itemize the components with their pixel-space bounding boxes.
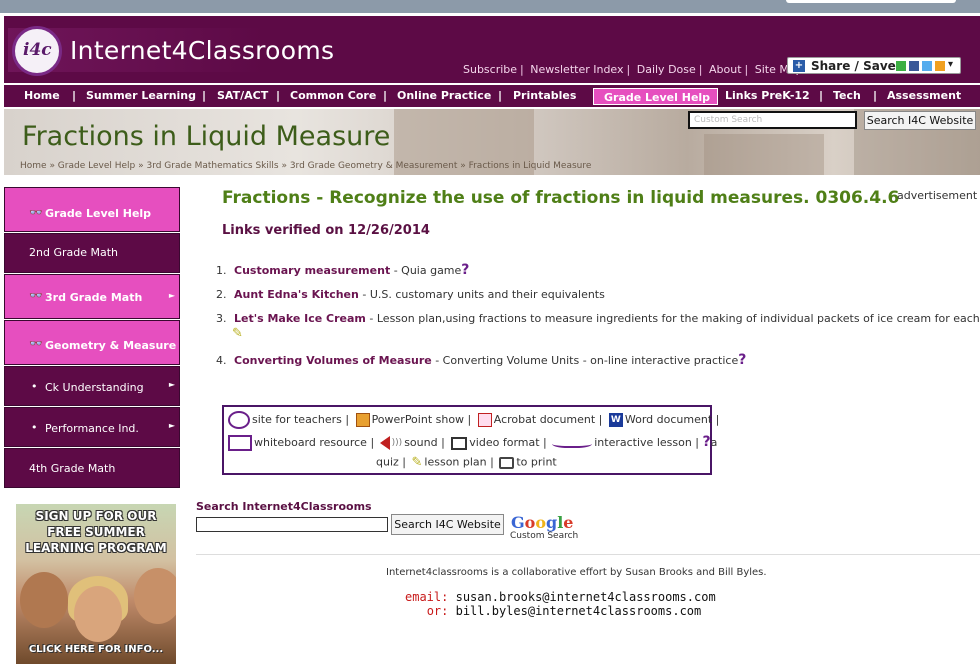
plus-icon: + [793, 60, 805, 72]
sound-icon [379, 436, 390, 450]
quiz-icon: ? [738, 352, 747, 368]
list-item: 4. Converting Volumes of Measure - Conver… [216, 352, 747, 368]
links-verified: Links verified on 12/26/2014 [222, 223, 430, 238]
word-icon: W [608, 413, 623, 427]
header-search-button[interactable]: Search I4C Website [864, 111, 976, 130]
main-nav: Home | Summer Learning | SAT/ACT | Commo… [4, 84, 980, 108]
top-links: Subscribe | Newsletter Index | Daily Dose |… [463, 63, 803, 76]
nav-grade-level-help[interactable]: Grade Level Help [593, 88, 718, 105]
logo-text: Internet4Classrooms [70, 36, 335, 65]
printer-icon [499, 456, 515, 469]
video-icon [451, 436, 468, 450]
sidebar-item-grade-level-help[interactable]: 👓 Grade Level Help [4, 187, 180, 232]
advertisement-label: advertisement [897, 189, 978, 202]
header-search-input[interactable]: Custom Search [688, 111, 857, 129]
footer-collab: Internet4classrooms is a collaborative e… [386, 567, 767, 578]
summer-learning-promo[interactable]: SIGN UP FOR OUR FREE SUMMER LEARNING PROGR… [16, 504, 176, 664]
nav-tech[interactable]: Tech [833, 89, 861, 102]
promo-text: SIGN UP FOR OUR FREE SUMMER LEARNING PROGR… [25, 509, 167, 555]
powerpoint-icon [355, 413, 370, 427]
nav-summer-learning[interactable]: Summer Learning [86, 89, 196, 102]
promo-cta: CLICK HERE FOR INFO... [28, 644, 164, 655]
top-strip-box [786, 0, 956, 3]
share-save-button[interactable]: + Share / Save ▾ [787, 57, 961, 74]
apple-icon [228, 411, 250, 429]
top-link-about[interactable]: About [709, 63, 742, 76]
glasses-icon: 👓 [29, 206, 43, 219]
bullet-icon: • [31, 421, 38, 434]
lesson-plan-icon: ✎ [411, 455, 423, 470]
breadcrumb[interactable]: Home » Grade Level Help » 3rd Grade Math… [20, 161, 591, 171]
top-link-daily-dose[interactable]: Daily Dose [637, 63, 696, 76]
sidebar-item-ck-understanding[interactable]: • Ck Understanding ► [4, 366, 180, 406]
chevron-right-icon: ► [168, 380, 175, 389]
dropdown-arrow-icon: ▾ [948, 59, 954, 70]
google-logo-icon: Google [511, 513, 574, 532]
lesson-plan-icon: ✎ [232, 326, 243, 341]
search-label: Search Internet4Classrooms [196, 500, 372, 513]
quiz-icon: ? [702, 434, 711, 450]
page-header: Fractions in Liquid Measure Home » Grade… [4, 109, 980, 175]
site-logo[interactable]: i4c Internet4Classrooms [8, 26, 334, 76]
sidebar-item-geometry-measure[interactable]: 👓 Geometry & Measure [4, 320, 180, 365]
footer-email: email: susan.brooks@internet4classrooms.… [405, 590, 716, 618]
top-link-newsletter-index[interactable]: Newsletter Index [530, 63, 623, 76]
search-button[interactable]: Search I4C Website [391, 514, 504, 535]
nav-printables[interactable]: Printables [513, 89, 576, 102]
search-input[interactable] [196, 517, 388, 532]
nav-online-practice[interactable]: Online Practice [397, 89, 491, 102]
sidebar-item-2nd-grade-math[interactable]: 2nd Grade Math [4, 233, 180, 273]
custom-search-label: Custom Search [510, 531, 579, 541]
site-banner: i4c Internet4Classrooms Subscribe | Newsl… [4, 16, 980, 83]
nav-links-prek-12[interactable]: Links PreK-12 [725, 89, 810, 102]
browser-top-strip [0, 0, 980, 13]
page-title: Fractions in Liquid Measure [22, 121, 391, 152]
facebook-icon [909, 61, 919, 71]
nav-common-core[interactable]: Common Core [290, 89, 376, 102]
sidebar-item-3rd-grade-math[interactable]: 👓 3rd Grade Math ► [4, 274, 180, 319]
quiz-icon: ? [461, 262, 470, 278]
nav-assessment[interactable]: Assessment [887, 89, 961, 102]
email-link-bill[interactable]: bill.byles@internet4classrooms.com [456, 604, 702, 618]
top-link-subscribe[interactable]: Subscribe [463, 63, 517, 76]
link-aunt-ednas-kitchen[interactable]: Aunt Edna's Kitchen [234, 288, 359, 301]
chevron-right-icon: ► [168, 421, 175, 430]
glasses-icon: 👓 [29, 337, 43, 350]
interactive-icon [552, 438, 593, 448]
divider [196, 554, 980, 555]
twitter-icon [922, 61, 932, 71]
list-item: 1. Customary measurement - Quia game? [216, 262, 470, 278]
content-heading: Fractions - Recognize the use of fractio… [222, 188, 900, 208]
sidebar-item-4th-grade-math[interactable]: 4th Grade Math [4, 448, 180, 488]
link-customary-measurement[interactable]: Customary measurement [234, 264, 390, 277]
glasses-icon: 👓 [29, 289, 43, 302]
sidebar-item-performance-ind[interactable]: • Performance Ind. ► [4, 407, 180, 447]
logo-badge-icon: i4c [12, 26, 62, 76]
nav-home[interactable]: Home [24, 89, 60, 102]
email-share-icon [896, 61, 906, 71]
chevron-right-icon: ► [168, 291, 175, 300]
acrobat-icon [477, 413, 492, 427]
more-share-icon [935, 61, 945, 71]
list-item: 2. Aunt Edna's Kitchen - U.S. customary u… [216, 288, 605, 301]
bullet-icon: • [31, 380, 38, 393]
link-converting-volumes[interactable]: Converting Volumes of Measure [234, 354, 432, 367]
icon-legend: site for teachers | PowerPoint show | Ac… [222, 405, 719, 475]
link-lets-make-ice-cream[interactable]: Let's Make Ice Cream [234, 312, 366, 325]
sidebar: 👓 Grade Level Help 2nd Grade Math 👓 3rd … [4, 187, 180, 489]
list-item: 3. Let's Make Ice Cream - Lesson plan,usi… [216, 312, 980, 325]
whiteboard-icon [228, 435, 252, 451]
nav-sat-act[interactable]: SAT/ACT [217, 89, 268, 102]
email-link-susan[interactable]: susan.brooks@internet4classrooms.com [456, 590, 716, 604]
